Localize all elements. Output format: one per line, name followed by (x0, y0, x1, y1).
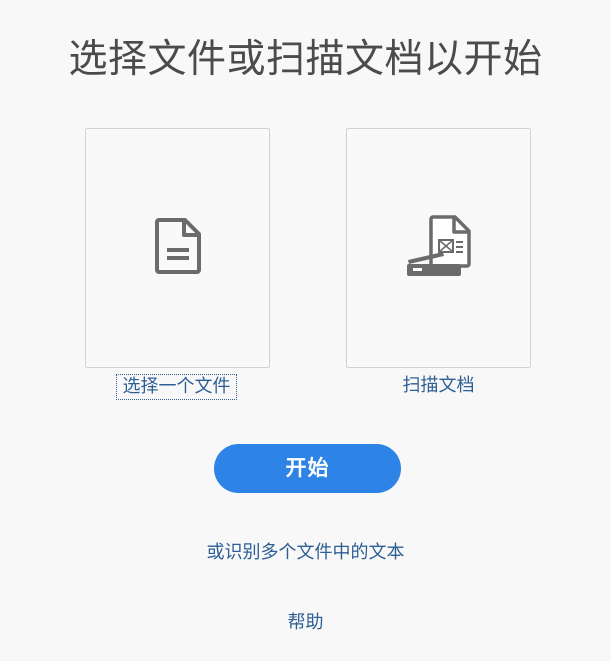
page-title: 选择文件或扫描文档以开始 (68, 37, 543, 82)
select-file-card[interactable] (85, 128, 270, 368)
document-icon (154, 218, 201, 278)
help-link[interactable]: 帮助 (0, 611, 611, 635)
scan-document-link[interactable]: 扫描文档 (346, 374, 531, 398)
scanner-icon (405, 214, 473, 282)
select-file-link[interactable]: 选择一个文件 (116, 374, 237, 400)
recognize-multiple-files-link[interactable]: 或识别多个文件中的文本 (0, 541, 611, 565)
start-button[interactable]: 开始 (214, 444, 401, 493)
scan-document-card[interactable] (346, 128, 531, 368)
